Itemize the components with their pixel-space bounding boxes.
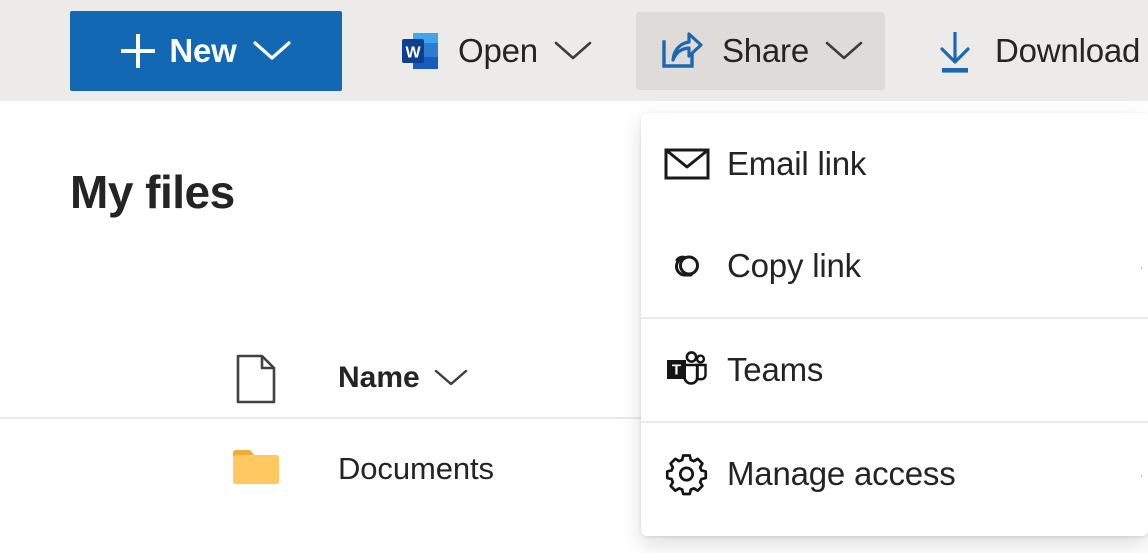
menu-item-copy-link[interactable]: Copy link › [641,215,1148,317]
svg-text:W: W [405,44,421,61]
download-icon [933,27,977,75]
file-name: Documents [338,451,494,486]
open-button[interactable]: W Open [378,12,614,90]
teams-icon: T [664,350,710,390]
onedrive-my-files-screen: New W Open Share Download My files Name … [0,0,1148,553]
chevron-down-icon [253,40,291,62]
open-button-label: Open [458,31,538,69]
menu-item-teams-label: Teams [727,351,824,388]
command-toolbar: New W Open Share Download [0,0,1148,101]
plus-icon [121,33,156,68]
download-button[interactable]: Download [911,12,1140,90]
chevron-right-glyph: › [1141,251,1143,281]
menu-item-teams[interactable]: T Teams [641,319,1148,421]
share-dropdown-menu: Email link Copy link › [641,113,1148,536]
share-button[interactable]: Share [635,11,885,90]
menu-item-manage-access[interactable]: Manage access › [641,423,1148,525]
column-header-name-label: Name [338,361,420,394]
menu-item-email-link[interactable]: Email link [641,113,1148,215]
svg-text:T: T [672,362,681,379]
chevron-right-icon: › [1141,459,1148,489]
link-icon [664,248,710,284]
new-button[interactable]: New [70,10,342,91]
gear-icon [664,452,710,496]
menu-item-email-link-label: Email link [727,145,867,182]
menu-item-copy-link-label: Copy link [727,247,861,284]
column-header-name[interactable]: Name [338,361,468,395]
menu-item-manage-access-label: Manage access [727,455,956,492]
chevron-right-glyph: › [1141,459,1143,489]
share-icon [658,29,704,73]
envelope-icon [664,146,710,182]
chevron-down-icon [434,368,468,388]
word-icon: W [400,28,440,74]
download-button-label: Download [995,31,1141,69]
page-title: My files [70,166,235,218]
document-icon [232,353,280,405]
chevron-down-icon [554,40,592,62]
folder-icon [230,447,284,491]
chevron-right-icon: › [1141,251,1148,281]
chevron-down-icon [825,40,863,62]
share-button-label: Share [721,31,809,69]
new-button-label: New [169,31,237,69]
